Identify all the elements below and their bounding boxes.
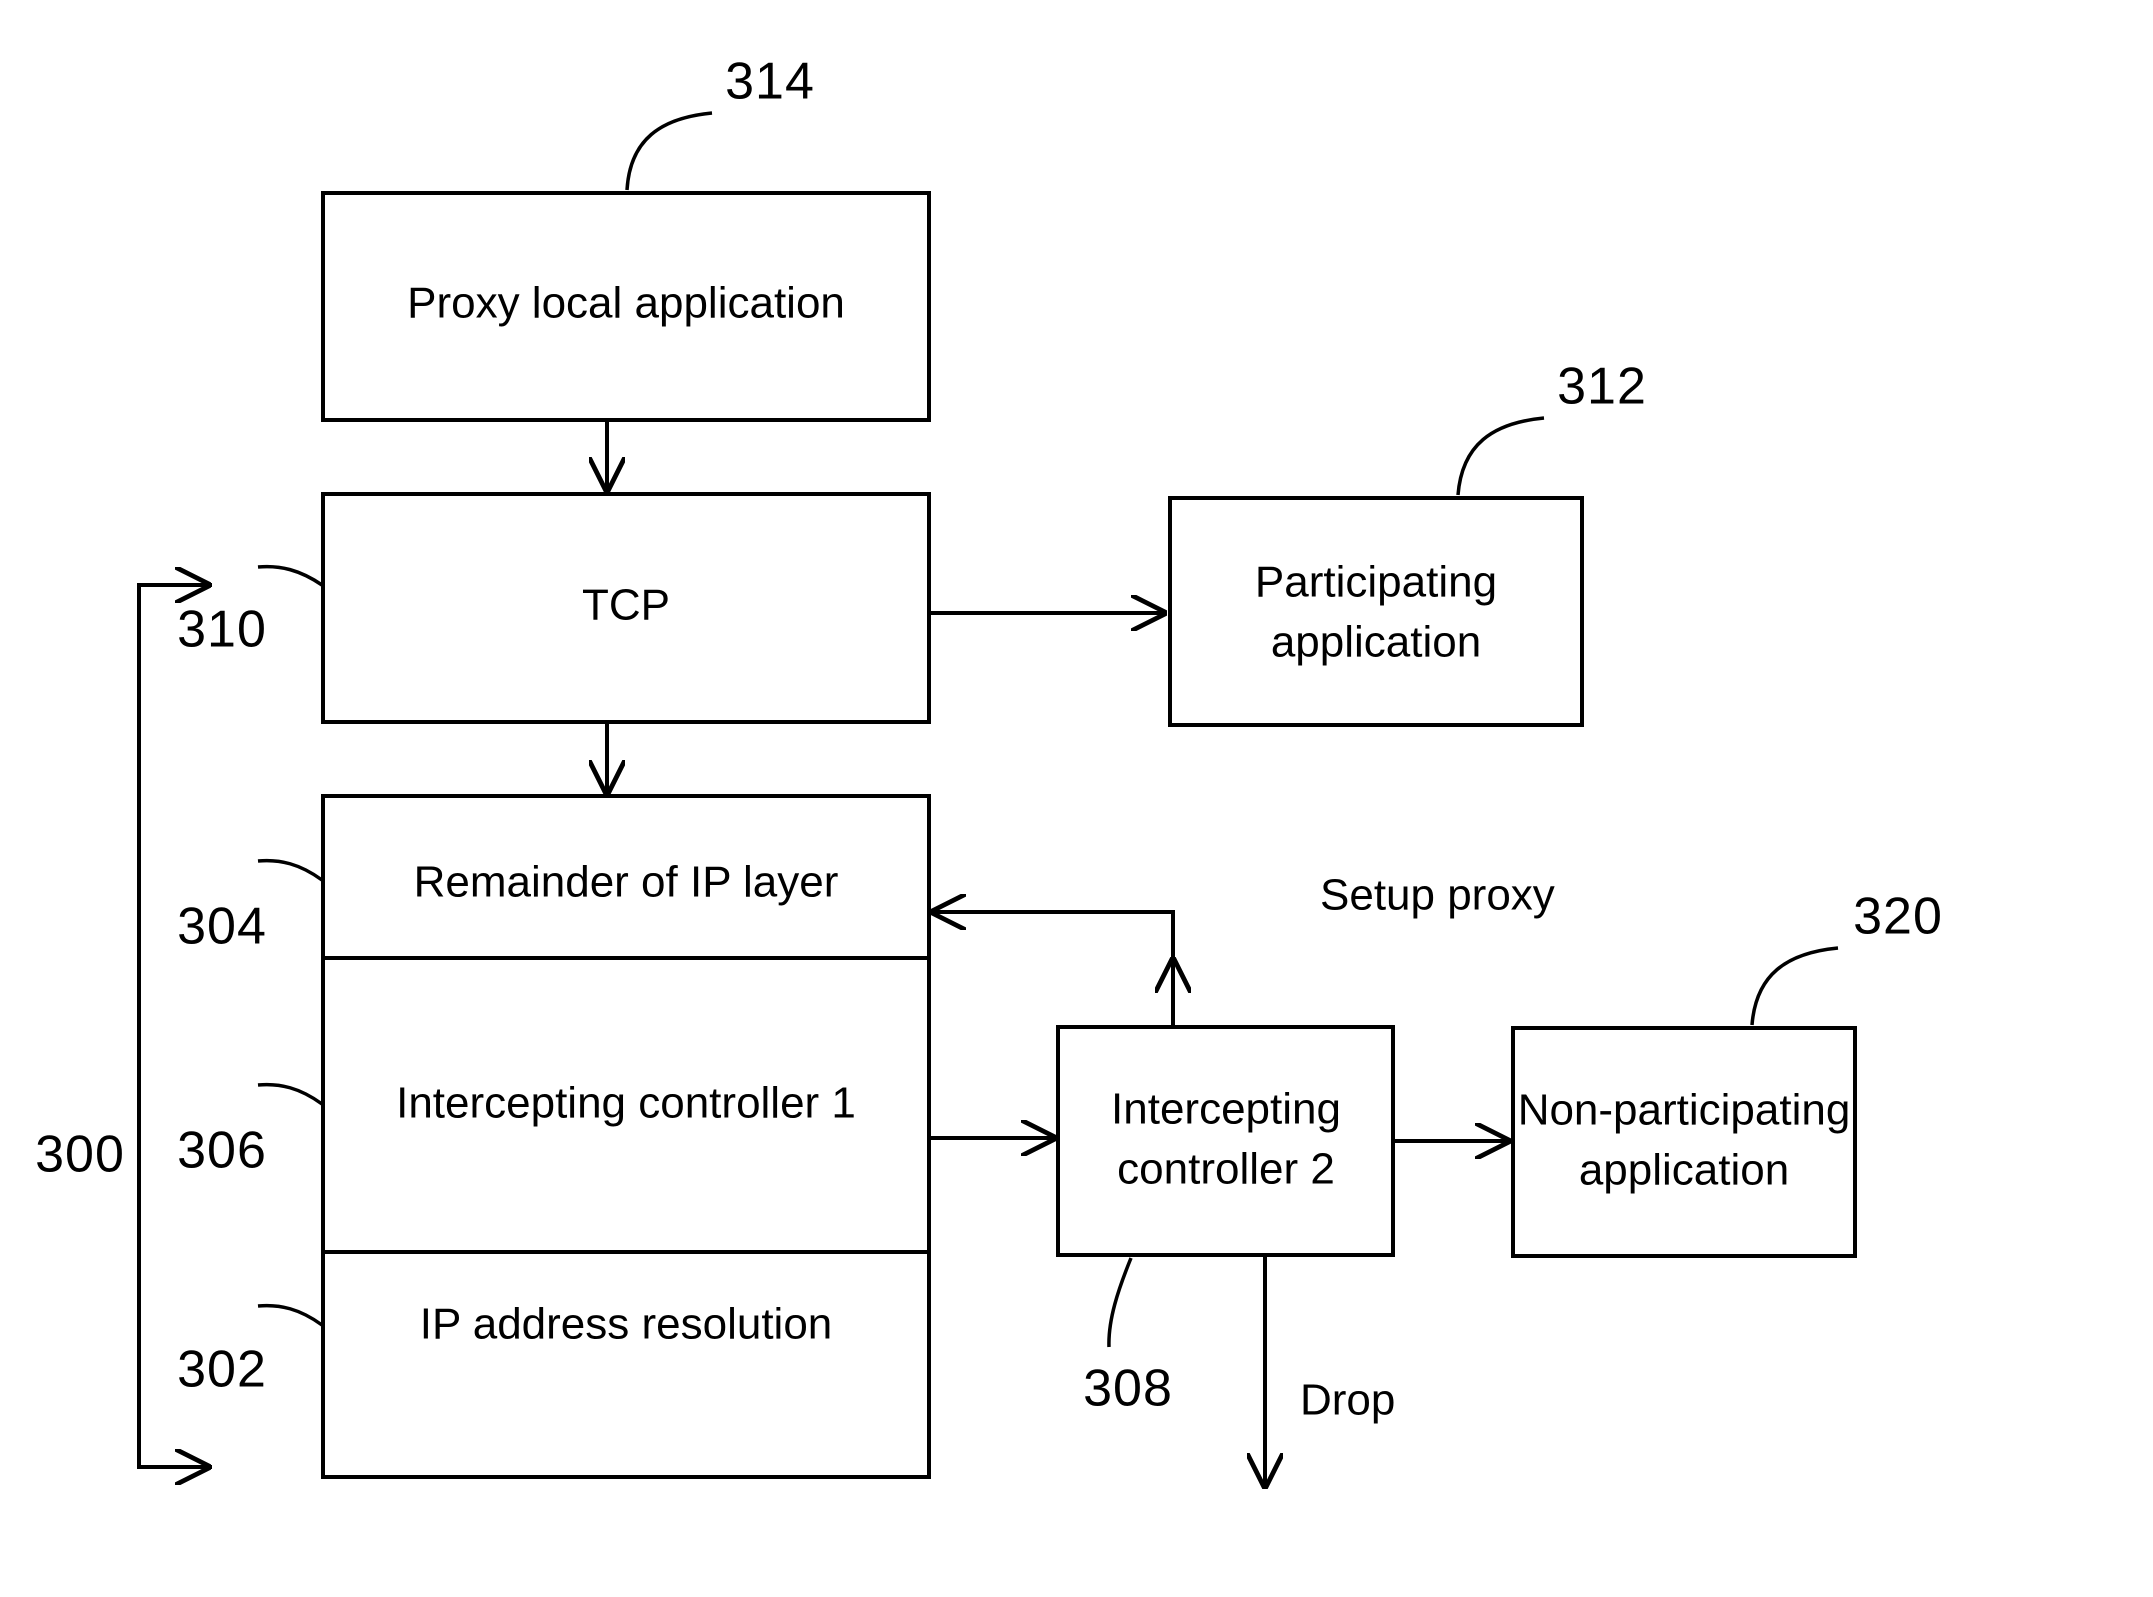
ref-number-320: 320 [1853, 888, 1943, 946]
ip-address-resolution-label: IP address resolution [420, 1300, 833, 1349]
setup-proxy-path [933, 910, 1175, 1027]
ref-number-302: 302 [177, 1341, 267, 1399]
leader-line-314 [625, 111, 713, 191]
box-proxy-local-application: Proxy local application [321, 191, 931, 422]
remainder-of-ip-layer-label: Remainder of IP layer [414, 858, 839, 907]
box-tcp: TCP [321, 492, 931, 724]
leader-line-302 [257, 1303, 324, 1327]
leader-line-308 [1107, 1257, 1133, 1348]
participating-application-label-line1: Participating [1255, 558, 1497, 607]
intercepting-controller-2-rect [1056, 1025, 1395, 1257]
leader-line-306 [257, 1082, 324, 1106]
box-non-participating-application: Non-participating application [1511, 1026, 1857, 1258]
ref-number-312: 312 [1557, 358, 1647, 416]
proxy-local-application-label: Proxy local application [407, 279, 845, 328]
connector-drop: Drop [1265, 1255, 1395, 1486]
block-diagram-canvas: Proxy local application 314 TCP 310 Part… [35, 53, 1943, 1597]
non-participating-application-label-line1: Non-participating [1518, 1086, 1851, 1135]
ip-layer-stack: Remainder of IP layer Intercepting contr… [321, 794, 931, 1479]
stack-bracket-300: 300 [35, 585, 212, 1467]
participating-application-rect [1168, 496, 1584, 727]
leader-line-312 [1456, 416, 1545, 496]
ref-number-308: 308 [1083, 1360, 1173, 1418]
intercepting-controller-2-label-line1: Intercepting [1111, 1085, 1341, 1134]
box-participating-application: Participating application [1168, 496, 1584, 727]
non-participating-application-label-line2: application [1579, 1146, 1789, 1195]
non-participating-application-rect [1511, 1026, 1857, 1258]
intercepting-controller-2-label-line2: controller 2 [1117, 1145, 1335, 1194]
setup-proxy-label: Setup proxy [1320, 871, 1555, 920]
connector-setup-proxy: Setup proxy [933, 871, 1555, 1027]
leader-line-304 [257, 858, 324, 882]
ref-number-310: 310 [177, 601, 267, 659]
ref-number-306: 306 [177, 1122, 267, 1180]
tcp-label: TCP [582, 581, 670, 630]
ref-number-300: 300 [35, 1126, 125, 1184]
leader-line-320 [1750, 946, 1839, 1026]
intercepting-controller-1-label: Intercepting controller 1 [396, 1079, 856, 1128]
bracket-300-path [137, 583, 212, 1469]
leader-line-310 [257, 564, 323, 587]
drop-label: Drop [1300, 1376, 1395, 1425]
participating-application-label-line2: application [1271, 618, 1481, 667]
patent-figure: Proxy local application 314 TCP 310 Part… [0, 0, 2153, 1597]
ref-number-314: 314 [725, 53, 815, 111]
box-intercepting-controller-2: Intercepting controller 2 [1056, 1025, 1395, 1257]
ref-number-304: 304 [177, 898, 267, 956]
